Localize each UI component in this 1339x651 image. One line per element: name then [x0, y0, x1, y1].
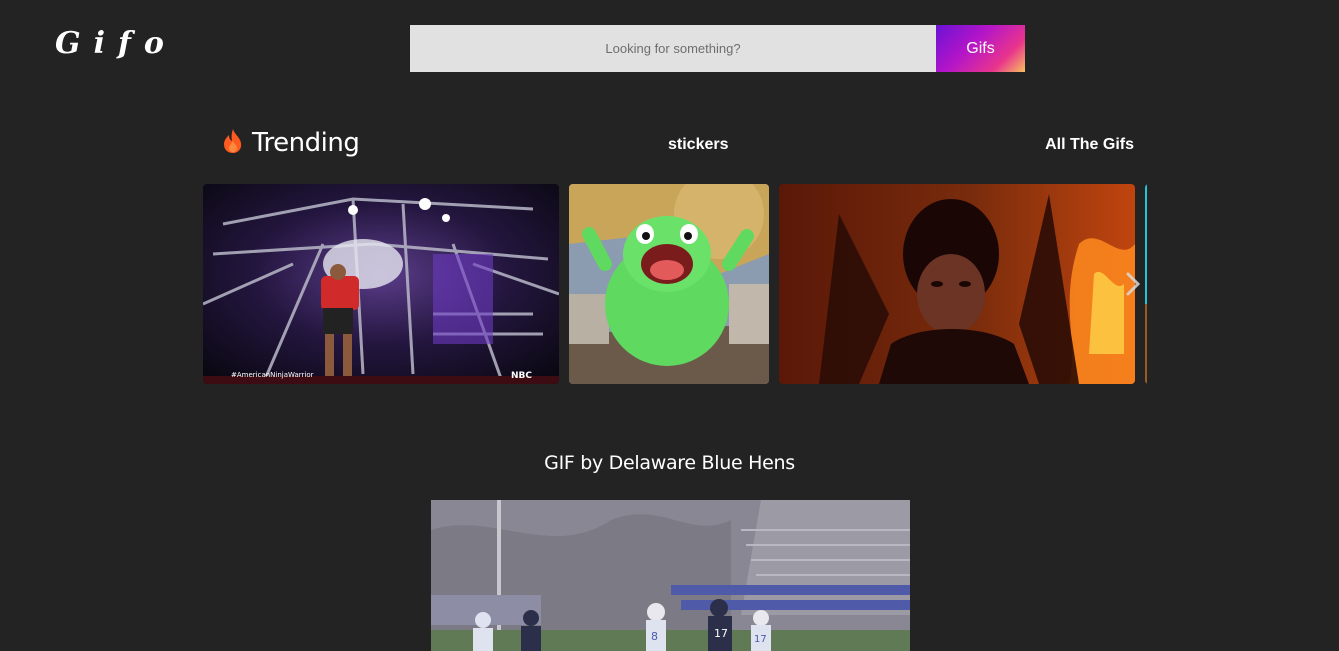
featured-gif[interactable]: 8 17 17: [431, 500, 910, 651]
all-gifs-link[interactable]: All The Gifs: [1045, 136, 1134, 154]
chevron-right-icon: [1125, 271, 1141, 301]
trending-gif-1[interactable]: #AmericanNinjaWarrior NBC: [203, 184, 559, 384]
gif-caption-hashtag: #AmericanNinjaWarrior: [231, 371, 314, 379]
featured-gif-title: GIF by Delaware Blue Hens: [544, 452, 795, 474]
carousel-next-button[interactable]: [1121, 270, 1145, 302]
jersey-number: 8: [651, 630, 658, 643]
trending-gif-3[interactable]: [779, 184, 1135, 384]
jersey-number: 17: [714, 627, 728, 640]
trending-gif-4[interactable]: [1145, 184, 1147, 384]
jersey-number: 17: [754, 634, 767, 645]
trending-label: Trending: [252, 128, 360, 158]
gif-caption-network: NBC: [511, 371, 532, 381]
search-button[interactable]: Gifs: [936, 25, 1025, 72]
trending-heading[interactable]: Trending: [222, 128, 360, 158]
fire-icon: [222, 128, 244, 158]
trending-carousel: #AmericanNinjaWarrior NBC: [203, 184, 1147, 384]
search-input[interactable]: [410, 25, 936, 72]
app-logo[interactable]: Gifo: [55, 26, 177, 61]
section-nav: Trending stickers All The Gifs: [222, 128, 1134, 164]
trending-gif-2[interactable]: [569, 184, 769, 384]
stickers-link[interactable]: stickers: [668, 136, 729, 154]
search-bar: Gifs: [410, 25, 1025, 72]
